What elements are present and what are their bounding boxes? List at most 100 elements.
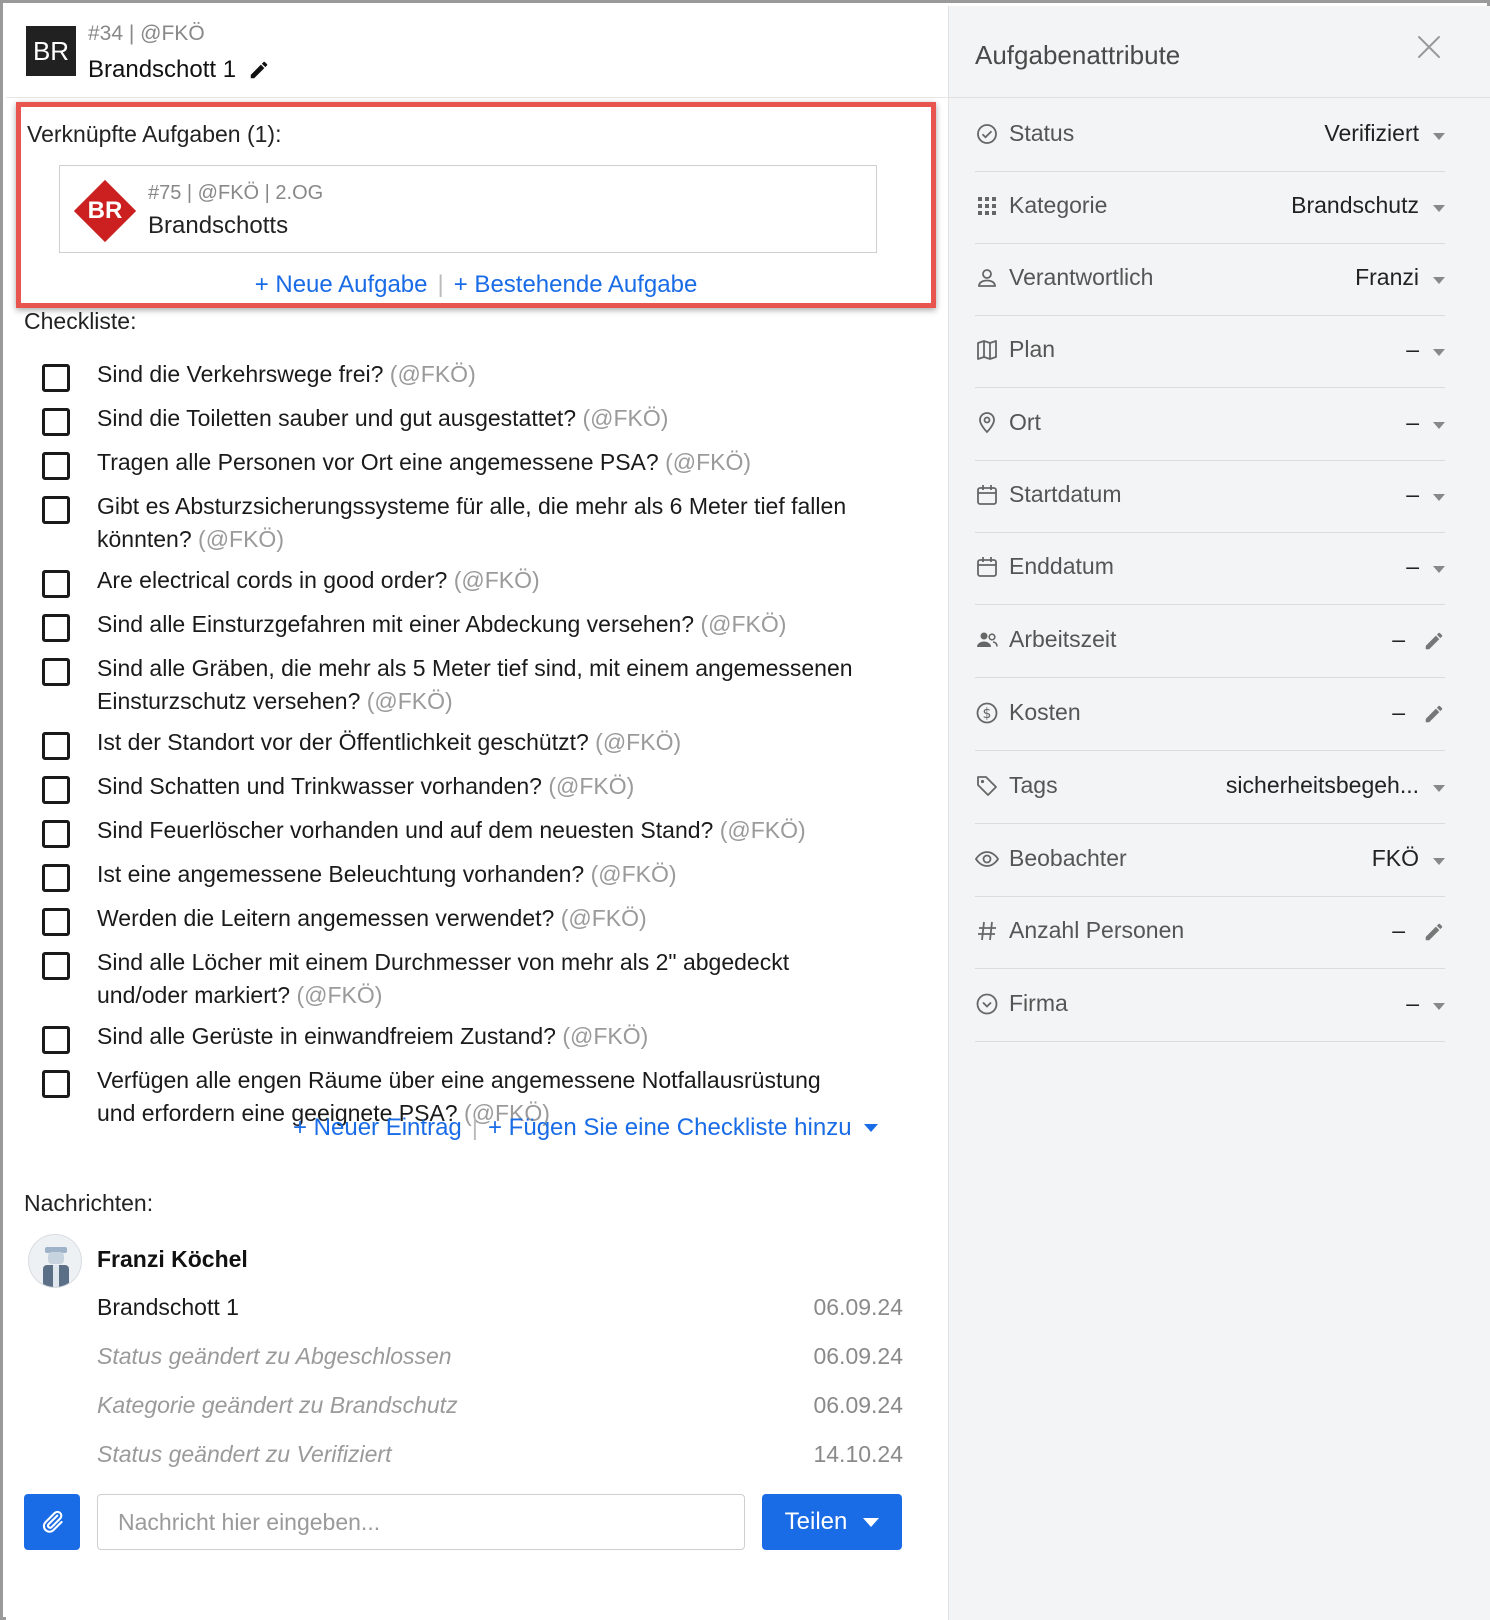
add-checklist-link[interactable]: + Fügen Sie eine Checkliste hinzu — [488, 1114, 852, 1142]
checklist-checkbox[interactable] — [42, 1070, 70, 1098]
checklist-item-label: Sind alle Löcher mit einem Durchmesser v… — [97, 949, 790, 1008]
attribute-row-kosten[interactable]: $ Kosten – — [975, 679, 1445, 751]
calendar-icon — [977, 485, 997, 505]
message-date: 14.10.24 — [813, 1441, 903, 1467]
attribute-value: – — [1406, 553, 1419, 579]
tag-icon — [977, 776, 997, 796]
linked-tasks-label: Verknüpfte Aufgaben (1): — [27, 121, 282, 147]
checklist-item-text: Sind alle Gräben, die mehr als 5 Meter t… — [97, 652, 857, 718]
attribute-value: FKÖ — [1371, 845, 1419, 871]
task-header: BR #34 | @FKÖ Brandschott 1 — [6, 6, 948, 98]
user-icon — [978, 269, 996, 287]
attribute-label: Enddatum — [1009, 553, 1114, 579]
checklist-item-label: Sind die Toiletten sauber und gut ausges… — [97, 405, 577, 431]
chevron-down-icon[interactable] — [1433, 133, 1445, 140]
checklist-item-text: Gibt es Absturzsicherungssysteme für all… — [97, 490, 857, 556]
checklist-item-text: Sind die Verkehrswege frei? (@FKÖ) — [97, 358, 857, 391]
checklist-checkbox[interactable] — [42, 1026, 70, 1054]
system-message-text: Status geändert zu Abgeschlossen — [97, 1343, 452, 1369]
attribute-row-verantwortlich[interactable]: Verantwortlich Franzi — [975, 244, 1445, 316]
checklist-checkbox[interactable] — [42, 364, 70, 392]
attribute-value: Verifiziert — [1324, 120, 1419, 146]
attribute-value: Brandschutz — [1291, 192, 1419, 218]
message-date: 06.09.24 — [813, 1392, 903, 1418]
attribute-row-firma[interactable]: Firma – — [975, 970, 1445, 1042]
attributes-title: Aufgabenattribute — [975, 40, 1181, 70]
attribute-row-anzahl-personen[interactable]: Anzahl Personen – — [975, 897, 1445, 969]
attribute-value: – — [1406, 409, 1419, 435]
paperclip-icon — [42, 1510, 63, 1533]
attribute-label: Verantwortlich — [1009, 264, 1154, 290]
share-caret-icon — [863, 1517, 880, 1527]
attribute-row-arbeitszeit[interactable]: Arbeitszeit – — [975, 606, 1445, 678]
linked-task-card[interactable]: BR #75 | @FKÖ | 2.OG Brandschotts — [59, 165, 877, 253]
attribute-value: – — [1392, 917, 1405, 943]
attribute-value: – — [1392, 699, 1405, 725]
checklist-checkbox[interactable] — [42, 908, 70, 936]
chevron-down-icon[interactable] — [1433, 349, 1445, 356]
checklist-item-mention: (@FKÖ) — [719, 817, 806, 843]
attribute-row-enddatum[interactable]: Enddatum – — [975, 533, 1445, 605]
checklist-item-text: Werden die Leitern angemessen verwendet?… — [97, 902, 857, 935]
message-input[interactable] — [97, 1494, 745, 1550]
chevron-down-icon[interactable] — [1433, 205, 1445, 212]
chevron-down-icon[interactable] — [1433, 277, 1445, 284]
checklist-checkbox[interactable] — [42, 658, 70, 686]
checklist-item-text: Are electrical cords in good order? (@FK… — [97, 564, 857, 597]
chevron-down-icon[interactable] — [1433, 858, 1445, 865]
chevron-down-icon[interactable] — [1433, 494, 1445, 501]
chevron-down-icon[interactable] — [1433, 566, 1445, 573]
grid-icon — [978, 197, 996, 215]
linked-tasks-section: Verknüpfte Aufgaben (1): BR #75 | @FKÖ |… — [16, 102, 936, 308]
close-icon[interactable] — [1414, 32, 1444, 62]
checklist-checkbox[interactable] — [42, 570, 70, 598]
add-checklist-caret-icon[interactable] — [863, 1124, 878, 1132]
chevron-down-icon[interactable] — [1433, 422, 1445, 429]
attach-button[interactable] — [24, 1494, 80, 1550]
attribute-row-startdatum[interactable]: Startdatum – — [975, 461, 1445, 533]
attribute-label: Ort — [1009, 409, 1041, 435]
attribute-value: sicherheitsbegeh... — [1225, 772, 1419, 798]
edit-pencil-icon[interactable] — [1423, 921, 1445, 943]
task-main-panel: BR #34 | @FKÖ Brandschott 1 Verknüpfte A… — [6, 6, 948, 1620]
share-button[interactable]: Teilen — [762, 1494, 902, 1550]
check-circle-icon — [977, 124, 997, 144]
checklist-checkbox[interactable] — [42, 496, 70, 524]
attribute-row-status[interactable]: Status Verifiziert — [975, 100, 1445, 172]
existing-task-link[interactable]: + Bestehende Aufgabe — [454, 271, 698, 298]
checklist-checkbox[interactable] — [42, 732, 70, 760]
attribute-row-beobachter[interactable]: Beobachter FKÖ — [975, 825, 1445, 897]
attribute-label: Status — [1009, 120, 1075, 146]
checklist-checkbox[interactable] — [42, 776, 70, 804]
checklist-checkbox[interactable] — [42, 408, 70, 436]
checklist-actions-separator: | — [471, 1114, 478, 1141]
checklist-item-text: Sind Schatten und Trinkwasser vorhanden?… — [97, 770, 857, 803]
linked-task-badge: BR — [73, 179, 137, 243]
attribute-row-tags[interactable]: Tags sicherheitsbegeh... — [975, 752, 1445, 824]
people-icon — [977, 632, 998, 647]
chevron-down-icon[interactable] — [1433, 785, 1445, 792]
checklist-checkbox[interactable] — [42, 864, 70, 892]
checklist-item-mention: (@FKÖ) — [582, 405, 669, 431]
checklist-checkbox[interactable] — [42, 952, 70, 980]
checklist-checkbox[interactable] — [42, 820, 70, 848]
eye-icon — [975, 851, 999, 867]
checklist-item-label: Sind alle Gräben, die mehr als 5 Meter t… — [97, 655, 853, 714]
checklist-item-label: Sind alle Gerüste in einwandfreiem Zusta… — [97, 1023, 556, 1049]
checklist-checkbox[interactable] — [42, 614, 70, 642]
attribute-row-kategorie[interactable]: Kategorie Brandschutz — [975, 172, 1445, 244]
checklist-item-text: Sind alle Einsturzgefahren mit einer Abd… — [97, 608, 857, 641]
checklist-item-mention: (@FKÖ) — [366, 688, 453, 714]
attribute-label: Kosten — [1009, 699, 1081, 725]
edit-title-pencil-icon[interactable] — [248, 59, 270, 81]
new-entry-link[interactable]: + Neuer Eintrag — [293, 1114, 462, 1142]
calendar-icon — [977, 557, 997, 577]
chevron-down-icon[interactable] — [1433, 1003, 1445, 1010]
attribute-label: Arbeitszeit — [1009, 626, 1117, 652]
checklist-checkbox[interactable] — [42, 452, 70, 480]
edit-pencil-icon[interactable] — [1423, 630, 1445, 652]
new-task-link[interactable]: + Neue Aufgabe — [255, 271, 428, 298]
attribute-row-plan[interactable]: Plan – — [975, 316, 1445, 388]
attribute-row-ort[interactable]: Ort – — [975, 389, 1445, 461]
edit-pencil-icon[interactable] — [1423, 703, 1445, 725]
